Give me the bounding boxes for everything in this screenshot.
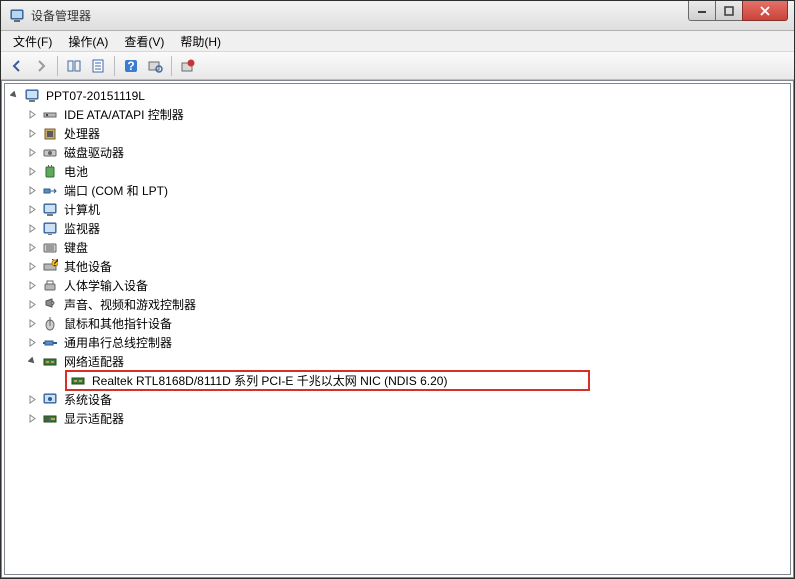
device-category-icon (42, 183, 58, 199)
toolbar-separator (171, 56, 172, 76)
tree-item-label: 鼠标和其他指针设备 (62, 314, 174, 333)
tree-root-label: PPT07-20151119L (44, 88, 147, 104)
device-category-icon (42, 316, 58, 332)
menu-bar: 文件(F) 操作(A) 查看(V) 帮助(H) (1, 31, 794, 52)
device-category-icon (42, 202, 58, 218)
show-hide-console-button[interactable] (62, 54, 86, 78)
content-frame: PPT07-20151119L IDE ATA/ATAPI 控制器处理器磁盘驱动… (1, 80, 794, 578)
expand-icon[interactable] (9, 90, 20, 101)
device-category-icon (42, 126, 58, 142)
tree-item-label: 通用串行总线控制器 (62, 333, 174, 352)
expand-icon[interactable] (27, 280, 38, 291)
expand-icon[interactable] (27, 356, 38, 367)
device-category-icon (42, 145, 58, 161)
device-category-icon (42, 107, 58, 123)
expand-icon[interactable] (27, 204, 38, 215)
tree-category[interactable]: 计算机 (9, 200, 790, 219)
forward-button[interactable] (29, 54, 53, 78)
tree-category[interactable]: 人体学输入设备 (9, 276, 790, 295)
computer-icon (24, 88, 40, 104)
maximize-button[interactable] (715, 1, 743, 21)
expand-icon[interactable] (27, 242, 38, 253)
toolbar-separator (57, 56, 58, 76)
expand-icon[interactable] (27, 128, 38, 139)
window-title: 设备管理器 (31, 7, 689, 24)
tree-item-label: 系统设备 (62, 390, 114, 409)
tree-category[interactable]: IDE ATA/ATAPI 控制器 (9, 105, 790, 124)
help-button[interactable]: ? (119, 54, 143, 78)
expand-icon[interactable] (27, 394, 38, 405)
tree-item-label: IDE ATA/ATAPI 控制器 (62, 105, 186, 124)
tree-item-label: 声音、视频和游戏控制器 (62, 295, 198, 314)
tree-device-label: Realtek RTL8168D/8111D 系列 PCI-E 千兆以太网 NI… (90, 371, 449, 390)
device-category-icon (42, 354, 58, 370)
device-category-icon (42, 411, 58, 427)
expand-icon[interactable] (27, 223, 38, 234)
tree-item-label: 显示适配器 (62, 409, 126, 428)
tree-category[interactable]: ? 其他设备 (9, 257, 790, 276)
toolbar-separator (114, 56, 115, 76)
svg-text:?: ? (52, 259, 58, 269)
tree-category[interactable]: 系统设备 (9, 390, 790, 409)
tree-category[interactable]: 键盘 (9, 238, 790, 257)
update-driver-button[interactable] (176, 54, 200, 78)
device-category-icon (42, 240, 58, 256)
menu-action[interactable]: 操作(A) (60, 31, 116, 52)
tree-item-label: 键盘 (62, 238, 90, 257)
menu-help[interactable]: 帮助(H) (172, 31, 229, 52)
expand-icon[interactable] (27, 318, 38, 329)
expand-icon[interactable] (27, 109, 38, 120)
close-button[interactable] (742, 1, 788, 21)
device-category-icon (42, 392, 58, 408)
tree-item-label: 人体学输入设备 (62, 276, 150, 295)
tree-category[interactable]: 端口 (COM 和 LPT) (9, 181, 790, 200)
tree-category[interactable]: 通用串行总线控制器 (9, 333, 790, 352)
network-adapter-icon (70, 373, 86, 389)
tree-item-label: 监视器 (62, 219, 102, 238)
toolbar: ? (1, 52, 794, 80)
minimize-button[interactable] (688, 1, 716, 21)
device-category-icon (42, 297, 58, 313)
tree-item-label: 磁盘驱动器 (62, 143, 126, 162)
device-category-icon (42, 164, 58, 180)
tree-item-label: 电池 (62, 162, 90, 181)
device-category-icon (42, 335, 58, 351)
menu-file[interactable]: 文件(F) (5, 31, 60, 52)
tree-item-label: 计算机 (62, 200, 102, 219)
window-controls (689, 1, 788, 21)
expand-icon[interactable] (27, 185, 38, 196)
device-category-icon (42, 278, 58, 294)
expand-icon[interactable] (27, 147, 38, 158)
menu-view[interactable]: 查看(V) (116, 31, 172, 52)
tree-root[interactable]: PPT07-20151119L (9, 86, 790, 105)
expand-icon[interactable] (27, 337, 38, 348)
title-bar: 设备管理器 (1, 1, 794, 31)
tree-category[interactable]: 显示适配器 (9, 409, 790, 428)
svg-text:?: ? (127, 59, 134, 73)
scan-hardware-button[interactable] (143, 54, 167, 78)
tree-category[interactable]: 网络适配器 (9, 352, 790, 371)
tree-category[interactable]: 声音、视频和游戏控制器 (9, 295, 790, 314)
properties-button[interactable] (86, 54, 110, 78)
app-icon (9, 8, 25, 24)
expand-icon[interactable] (27, 413, 38, 424)
tree-category[interactable]: 磁盘驱动器 (9, 143, 790, 162)
tree-device-item[interactable]: Realtek RTL8168D/8111D 系列 PCI-E 千兆以太网 NI… (9, 371, 790, 390)
tree-category[interactable]: 监视器 (9, 219, 790, 238)
back-button[interactable] (5, 54, 29, 78)
expand-icon[interactable] (27, 166, 38, 177)
tree-item-label: 其他设备 (62, 257, 114, 276)
device-category-icon: ? (42, 259, 58, 275)
tree-item-label: 网络适配器 (62, 352, 126, 371)
tree-item-label: 端口 (COM 和 LPT) (62, 181, 170, 200)
expand-icon[interactable] (27, 299, 38, 310)
tree-category[interactable]: 电池 (9, 162, 790, 181)
tree-category[interactable]: 鼠标和其他指针设备 (9, 314, 790, 333)
device-category-icon (42, 221, 58, 237)
expand-icon[interactable] (27, 261, 38, 272)
device-tree[interactable]: PPT07-20151119L IDE ATA/ATAPI 控制器处理器磁盘驱动… (4, 83, 791, 575)
tree-item-label: 处理器 (62, 124, 102, 143)
tree-category[interactable]: 处理器 (9, 124, 790, 143)
